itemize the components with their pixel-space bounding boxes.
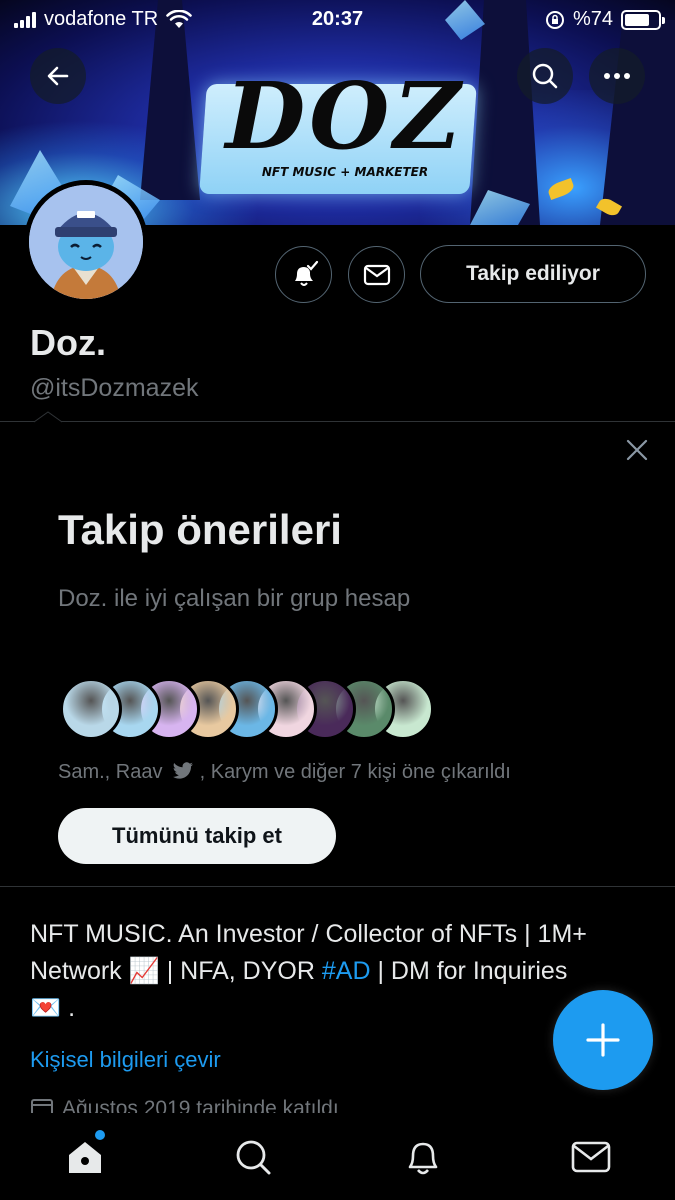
battery-fill — [625, 13, 649, 26]
avatar-image — [29, 185, 143, 299]
love-letter-emoji: 💌 — [30, 994, 62, 1022]
notifications-toggle-button[interactable] — [275, 246, 332, 303]
tab-notifications[interactable] — [401, 1135, 445, 1179]
bottom-tab-bar — [0, 1113, 675, 1200]
close-icon — [626, 439, 648, 461]
home-notification-dot — [95, 1130, 105, 1140]
suggestions-subtitle: Doz. ile iyi çalışan bir grup hesap — [58, 585, 411, 612]
follow-all-button[interactable]: Tümünü takip et — [58, 808, 336, 864]
search-icon — [532, 63, 558, 89]
tab-messages[interactable] — [569, 1135, 613, 1179]
divider — [0, 886, 675, 887]
bio-text: Network — [30, 957, 129, 985]
suggestions-highlight-text: Sam., Raav , Karym ve diğer 7 kişi öne ç… — [58, 761, 511, 784]
bio-text: | NFA, DYOR — [159, 957, 322, 985]
more-icon — [604, 73, 630, 79]
status-right: %74 — [545, 8, 665, 31]
plus-icon — [586, 1023, 620, 1057]
back-arrow-icon — [47, 66, 69, 86]
username-handle: @itsDozmazek — [30, 374, 199, 402]
display-name: Doz. — [30, 322, 106, 363]
twitter-bird-icon — [172, 762, 193, 779]
tab-explore[interactable] — [231, 1135, 275, 1179]
battery-icon — [621, 9, 665, 30]
home-icon — [69, 1142, 101, 1173]
messages-icon — [571, 1141, 611, 1173]
profile-bio: NFT MUSIC. An Investor / Collector of NF… — [30, 916, 645, 1027]
bio-text: . — [61, 994, 76, 1022]
back-button[interactable] — [30, 48, 86, 104]
search-tab-icon — [236, 1140, 271, 1175]
avatar[interactable] — [24, 180, 148, 304]
pointer-caret — [34, 411, 62, 423]
banner-logo-text: DOZ — [225, 62, 465, 170]
divider — [0, 421, 675, 422]
suggestions-title: Takip önerileri — [58, 506, 342, 553]
message-button[interactable] — [348, 246, 405, 303]
dismiss-suggestions-button[interactable] — [622, 435, 652, 465]
status-bar: vodafone TR 20:37 %74 — [0, 0, 675, 40]
chart-emoji: 📈 — [128, 957, 160, 985]
bio-line-1: NFT MUSIC. An Investor / Collector of NF… — [30, 920, 587, 948]
banner-logo-subtitle: NFT MUSIC + MARKETER — [261, 165, 429, 179]
battery-percent: %74 — [572, 8, 613, 30]
search-button[interactable] — [517, 48, 573, 104]
mail-icon — [363, 264, 390, 285]
compose-tweet-button[interactable] — [553, 990, 653, 1090]
highlight-names: Sam., Raav — [58, 761, 163, 783]
bell-icon — [294, 260, 318, 286]
following-button[interactable]: Takip ediliyor — [420, 245, 646, 303]
bio-text: | DM for Inquiries — [370, 957, 568, 985]
notifications-icon — [408, 1142, 438, 1175]
translate-bio-link[interactable]: Kişisel bilgileri çevir — [30, 1047, 221, 1073]
more-button[interactable] — [589, 48, 645, 104]
suggested-account-avatar[interactable] — [60, 678, 122, 740]
tab-home[interactable] — [63, 1135, 107, 1179]
rotation-lock-icon — [545, 10, 564, 29]
highlight-rest: , Karym ve diğer 7 kişi öne çıkarıldı — [199, 761, 511, 783]
hashtag-link[interactable]: #AD — [322, 957, 371, 985]
